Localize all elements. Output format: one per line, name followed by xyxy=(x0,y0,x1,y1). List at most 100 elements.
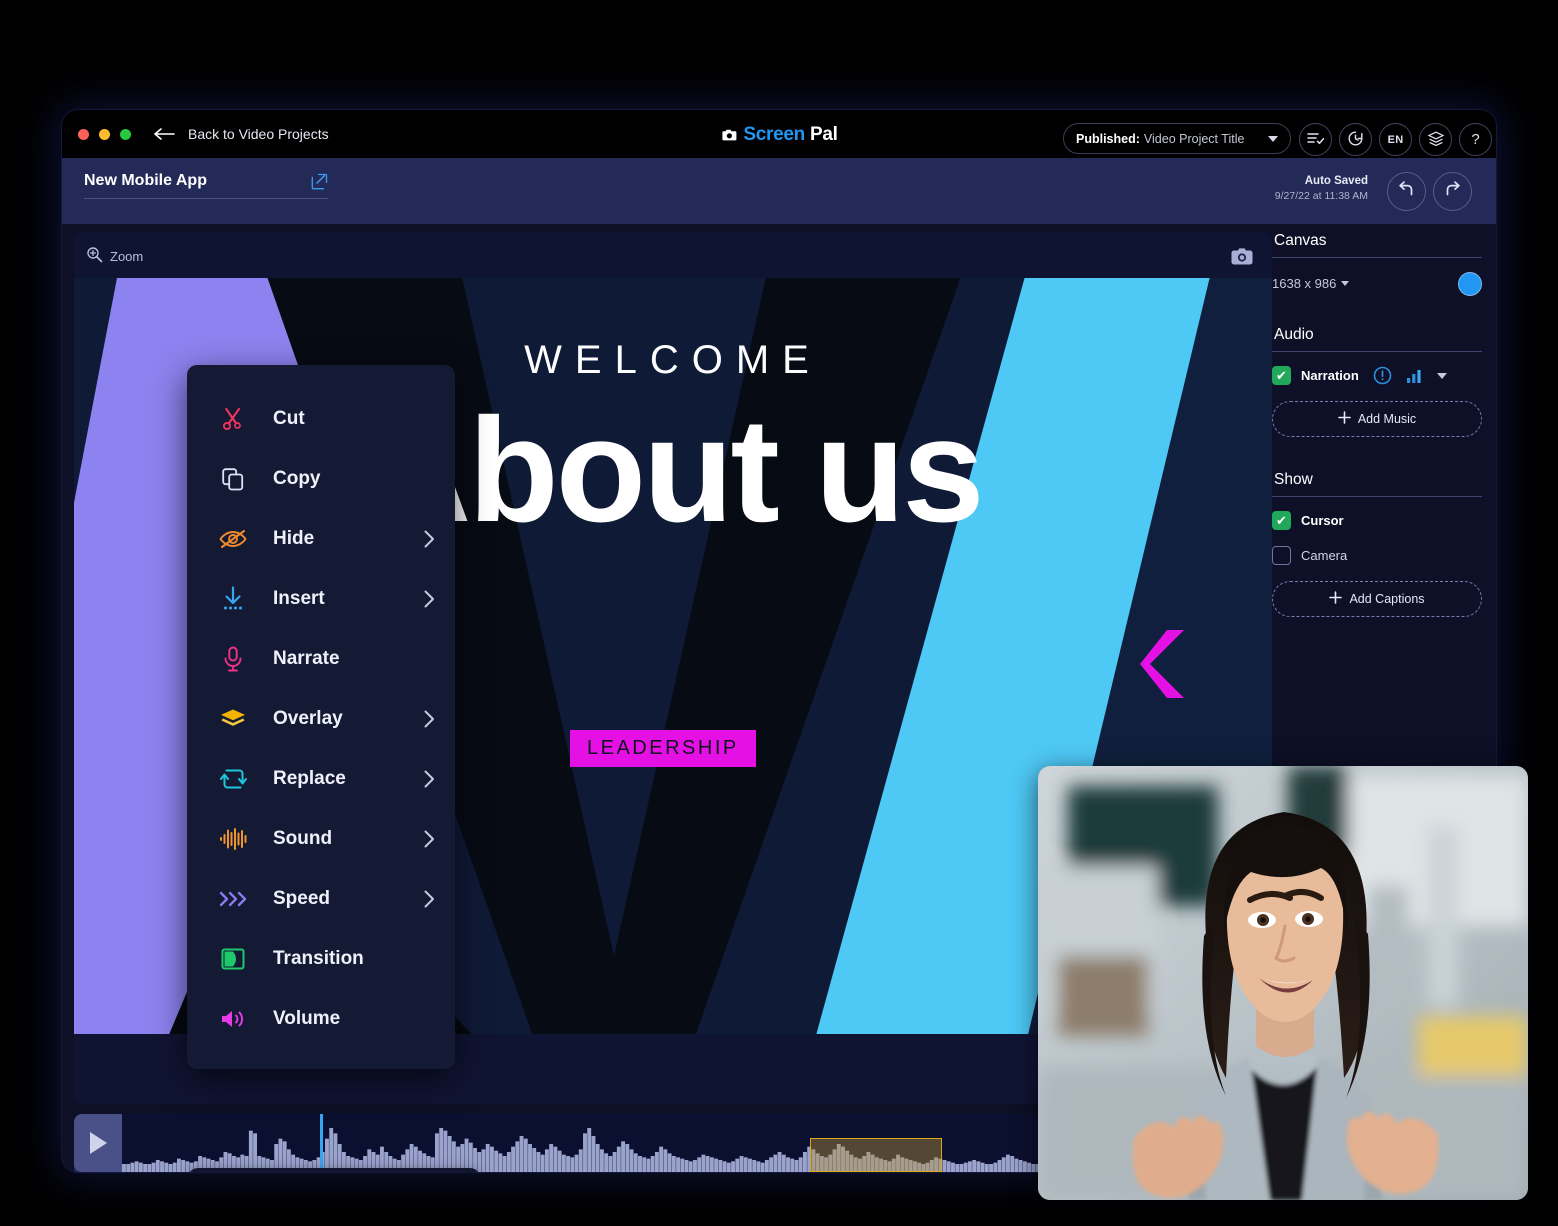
camera-checkbox[interactable] xyxy=(1272,546,1291,565)
camera-label: Camera xyxy=(1301,548,1348,563)
play-icon xyxy=(89,1132,107,1154)
project-name-field[interactable]: New Mobile App xyxy=(84,172,328,199)
narration-warning-icon[interactable] xyxy=(1373,366,1392,385)
layers-stack-icon xyxy=(1427,130,1445,150)
timeline-playhead[interactable] xyxy=(319,1114,323,1172)
undo-button[interactable] xyxy=(1387,172,1426,211)
copy-icon xyxy=(213,466,253,492)
section-divider xyxy=(1272,351,1482,352)
undo-icon xyxy=(1396,180,1417,204)
screenpal-logo: Screen Pal xyxy=(720,124,838,146)
plus-icon xyxy=(1338,411,1351,427)
narration-checkbox[interactable]: ✔ xyxy=(1272,366,1291,385)
context-menu-item-label: Overlay xyxy=(273,708,343,729)
chevron-down-icon xyxy=(1341,281,1350,287)
context-menu-item-label: Cut xyxy=(273,408,305,429)
checklist-button[interactable] xyxy=(1299,123,1332,156)
title-bar: Back to Video Projects Screen Pal Publish… xyxy=(62,110,1496,158)
context-menu-item-overlay[interactable]: Overlay xyxy=(187,689,455,749)
audio-section-title: Audio xyxy=(1274,326,1314,343)
brand-screen: Screen xyxy=(743,124,805,145)
speaker-icon xyxy=(213,1008,253,1030)
context-menu-item-replace[interactable]: Replace xyxy=(187,749,455,809)
context-menu-item-label: Transition xyxy=(273,948,364,969)
layers-button[interactable] xyxy=(1419,123,1452,156)
maximize-window-icon[interactable] xyxy=(120,129,131,140)
context-menu-item-cut[interactable]: Cut xyxy=(187,389,455,449)
checklist-icon xyxy=(1307,131,1325,149)
add-captions-label: Add Captions xyxy=(1349,592,1425,606)
context-menu-item-label: Narrate xyxy=(273,648,340,669)
narration-options-chevron-icon[interactable] xyxy=(1436,372,1447,379)
context-menu-item-label: Volume xyxy=(273,1008,341,1029)
canvas-section-title: Canvas xyxy=(1274,232,1327,249)
video-chevron-icon xyxy=(1140,630,1192,698)
context-menu-item-speed[interactable]: Speed xyxy=(187,869,455,929)
timeline-clip-gold[interactable] xyxy=(810,1138,943,1172)
redo-button[interactable] xyxy=(1433,172,1472,211)
autosave-status: Auto Saved 9/27/22 at 11:38 AM xyxy=(1275,174,1368,203)
transition-icon xyxy=(213,947,253,971)
microphone-icon xyxy=(213,646,253,672)
language-label: EN xyxy=(1387,133,1404,146)
zoom-control[interactable]: Zoom xyxy=(86,246,143,266)
chevron-right-icon xyxy=(424,890,435,908)
webcam-video-image xyxy=(1038,766,1528,1200)
canvas-color-swatch[interactable] xyxy=(1458,272,1482,296)
project-bar: New Mobile App Auto Saved 9/27/22 at 11:… xyxy=(62,158,1496,224)
insert-down-icon xyxy=(213,586,253,612)
canvas-resolution-row: 1638 x 986 xyxy=(1272,272,1482,296)
canvas-resolution-dropdown[interactable]: 1638 x 986 xyxy=(1272,275,1350,293)
add-captions-button[interactable]: Add Captions xyxy=(1272,581,1482,617)
plus-icon xyxy=(1329,591,1343,607)
chevron-right-icon xyxy=(424,530,435,548)
cursor-checkbox[interactable]: ✔ xyxy=(1272,511,1291,530)
camera-icon xyxy=(1231,248,1253,265)
chevron-down-icon xyxy=(1268,135,1278,142)
project-name: New Mobile App xyxy=(84,172,207,189)
context-menu-item-hide[interactable]: Hide xyxy=(187,509,455,569)
video-leadership-badge: LEADERSHIP xyxy=(570,730,756,767)
zoom-label: Zoom xyxy=(110,248,144,264)
context-menu-item-volume[interactable]: Volume xyxy=(187,989,455,1049)
chevron-right-icon xyxy=(424,770,435,788)
publish-value: Video Project Title xyxy=(1143,131,1245,146)
context-menu-item-insert[interactable]: Insert xyxy=(187,569,455,629)
narration-row: ✔ Narration xyxy=(1272,366,1482,385)
chevron-right-icon xyxy=(424,590,435,608)
context-menu-item-narrate[interactable]: Narrate xyxy=(187,629,455,689)
clock-history-icon xyxy=(1347,130,1364,150)
screenshot-camera-button[interactable] xyxy=(1230,246,1254,268)
back-to-video-projects-button[interactable]: Back to Video Projects xyxy=(154,119,329,149)
back-label: Back to Video Projects xyxy=(188,126,329,142)
narration-label: Narration xyxy=(1301,368,1359,383)
edit-pencil-icon[interactable] xyxy=(311,173,328,190)
question-mark-icon: ? xyxy=(1471,131,1480,148)
layers-icon xyxy=(213,708,253,730)
context-menu-item-label: Hide xyxy=(273,528,315,549)
history-button[interactable] xyxy=(1339,123,1372,156)
brand-pal: Pal xyxy=(809,124,838,145)
context-menu-item-sound[interactable]: Sound xyxy=(187,809,455,869)
window-controls xyxy=(78,129,131,140)
publish-status-dropdown[interactable]: Published: Video Project Title xyxy=(1063,123,1291,154)
canvas-resolution-value: 1638 x 986 xyxy=(1272,276,1337,291)
add-music-label: Add Music xyxy=(1357,412,1417,426)
webcam-overlay[interactable] xyxy=(1038,766,1528,1200)
camera-row: Camera xyxy=(1272,546,1482,565)
chevron-right-icon xyxy=(424,830,435,848)
minimize-window-icon[interactable] xyxy=(99,129,110,140)
add-music-button[interactable]: Add Music xyxy=(1272,401,1482,437)
audio-level-icon[interactable] xyxy=(1406,368,1424,384)
language-button[interactable]: EN xyxy=(1379,123,1412,156)
camera-logo-icon xyxy=(720,126,738,144)
close-window-icon[interactable] xyxy=(78,129,89,140)
help-button[interactable]: ? xyxy=(1459,123,1492,156)
tools-bar: Tools Arrow Tt xyxy=(188,1168,480,1172)
context-menu[interactable]: Cut Copy Hide Insert Narrate Overlay Replace So… xyxy=(187,365,455,1069)
scissors-icon xyxy=(213,406,253,432)
context-menu-item-copy[interactable]: Copy xyxy=(187,449,455,509)
context-menu-item-transition[interactable]: Transition xyxy=(187,929,455,989)
section-divider xyxy=(1272,257,1482,258)
play-button[interactable] xyxy=(74,1114,122,1172)
